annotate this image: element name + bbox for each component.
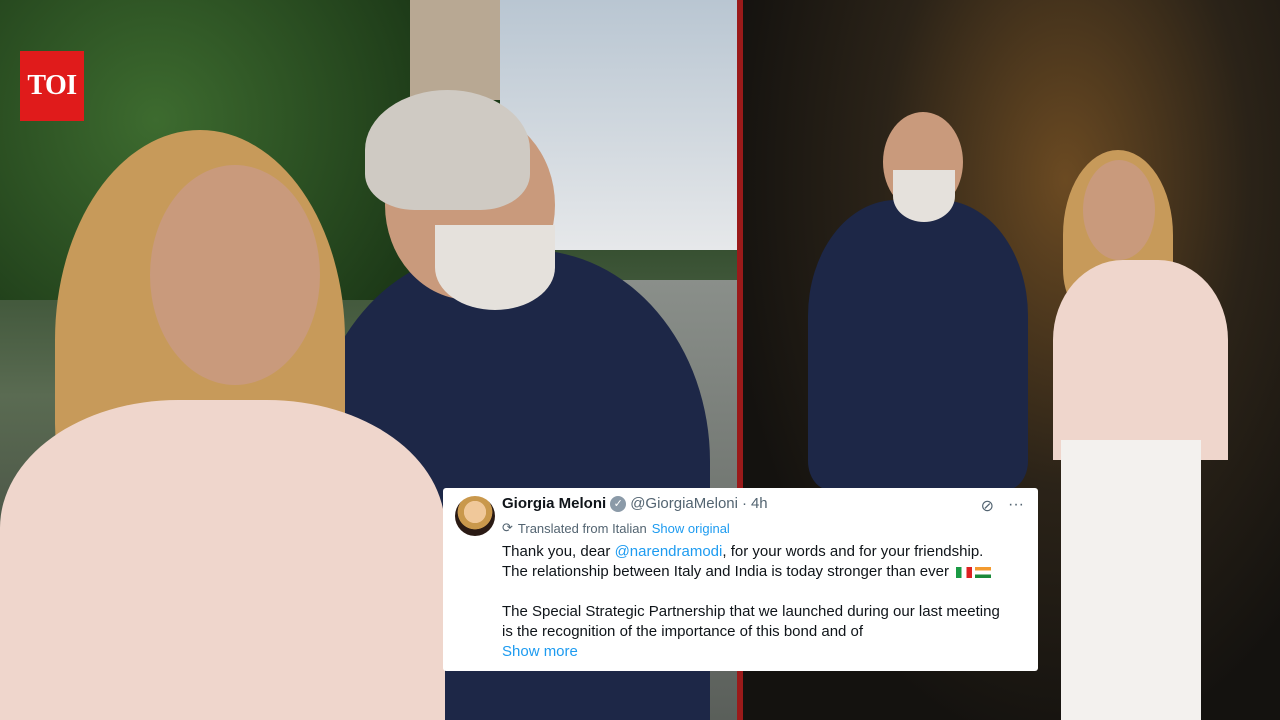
woman-head — [1083, 160, 1155, 260]
translation-bar: ⟳ Translated from Italian Show original — [502, 520, 730, 536]
tweet-text: , for your words and for your friendship… — [722, 543, 984, 560]
author-handle[interactable]: @GiorgiaMeloni — [630, 495, 738, 512]
avatar[interactable] — [455, 496, 495, 536]
man-beard — [435, 225, 555, 310]
woman-head — [150, 165, 320, 385]
grok-icon[interactable]: ⊘ — [981, 496, 994, 516]
timestamp[interactable]: 4h — [751, 495, 768, 512]
tweet-line: Thank you, dear @narendramodi, for your … — [502, 542, 1027, 562]
tweet-line: The Special Strategic Partnership that w… — [502, 603, 1000, 620]
tweet-body: Thank you, dear @narendramodi, for your … — [502, 542, 1027, 662]
tweet-header: Giorgia Meloni ✓ @GiorgiaMeloni · 4h — [502, 495, 768, 512]
verified-icon: ✓ — [610, 495, 627, 512]
mention-link[interactable]: @narendramodi — [615, 543, 723, 560]
man-beard — [893, 170, 955, 222]
man-hair — [365, 90, 530, 210]
tweet-line: The relationship between Italy and India… — [502, 562, 1027, 582]
translation-note: Translated from Italian — [517, 520, 647, 536]
show-original-link[interactable]: Show original — [652, 521, 730, 536]
woman-blouse — [1053, 260, 1228, 460]
toi-logo: TOI — [20, 51, 84, 121]
tweet-text: Thank you, dear — [502, 543, 615, 560]
woman-pants — [1061, 440, 1201, 720]
translate-icon: ⟳ — [502, 520, 513, 535]
stone-column — [410, 0, 500, 100]
india-flag-icon — [975, 566, 992, 578]
man-suit — [808, 200, 1028, 490]
woman-blouse — [0, 400, 445, 720]
author-name[interactable]: Giorgia Meloni — [502, 495, 606, 512]
tweet-header-actions: ⊘ ··· — [981, 496, 1024, 516]
show-more-link[interactable]: Show more — [502, 642, 1027, 662]
more-options-icon[interactable]: ··· — [1008, 496, 1024, 516]
tweet-line: is the recognition of the importance of … — [502, 623, 864, 640]
separator: · — [741, 495, 747, 512]
tweet-text: The relationship between Italy and India… — [502, 563, 949, 580]
tweet-card[interactable]: Giorgia Meloni ✓ @GiorgiaMeloni · 4h ⊘ ·… — [443, 488, 1038, 671]
italy-flag-icon — [956, 566, 973, 578]
